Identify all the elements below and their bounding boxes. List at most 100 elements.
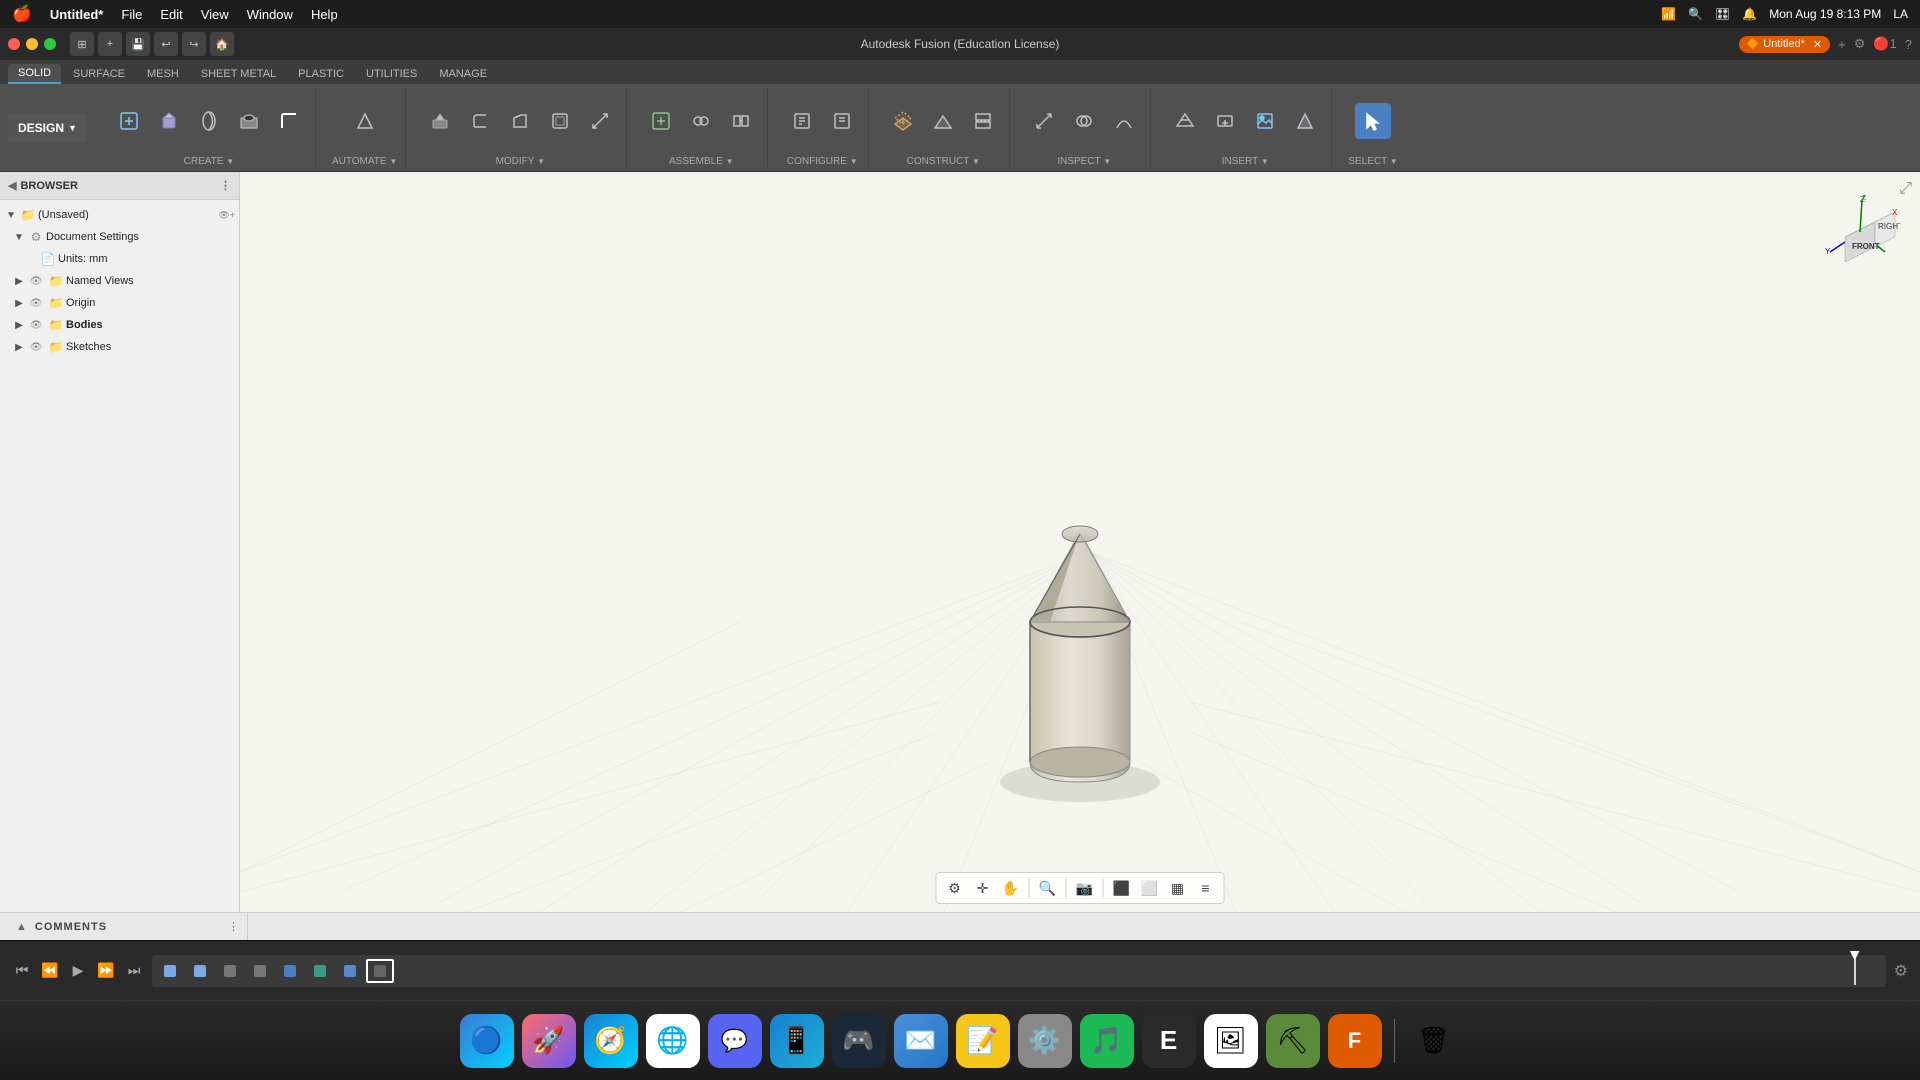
menu-help[interactable]: Help — [311, 7, 338, 22]
help-icon[interactable]: ? — [1905, 37, 1912, 52]
design-dropdown[interactable]: DESIGN ▼ — [8, 114, 87, 142]
browser-settings-icon[interactable]: ⋮ — [220, 179, 231, 192]
modify-chamfer-btn[interactable] — [502, 103, 538, 139]
dock-discord[interactable]: 💬 — [708, 1014, 762, 1068]
tree-item-units[interactable]: 📄 Units: mm — [0, 248, 239, 270]
tl-item-3[interactable] — [216, 959, 244, 983]
close-tab-icon[interactable]: ✕ — [1813, 38, 1822, 51]
configure-parameters-btn[interactable] — [784, 103, 820, 139]
document-tab[interactable]: 🔶 Untitled* ✕ — [1739, 36, 1830, 53]
collapse-browser-icon[interactable]: ◀ — [8, 179, 16, 192]
tab-solid[interactable]: SOLID — [8, 64, 61, 84]
inspect-measure-btn[interactable] — [1026, 103, 1062, 139]
tl-prev-btn[interactable]: ⏪ — [40, 962, 60, 979]
visual-style-btn[interactable]: ⬜ — [1138, 876, 1162, 900]
insert-mesh-btn[interactable] — [1167, 103, 1203, 139]
create-revolve-btn[interactable] — [191, 103, 227, 139]
tl-settings-btn[interactable]: ⚙ — [1894, 961, 1908, 981]
tree-item-doc-settings[interactable]: ▼ ⚙ Document Settings — [0, 226, 239, 248]
inspect-interference-btn[interactable] — [1066, 103, 1102, 139]
tab-surface[interactable]: SURFACE — [63, 64, 135, 84]
dock-preview[interactable]: 🖼 — [1204, 1014, 1258, 1068]
control-center-icon[interactable]: 🎛 — [1715, 7, 1730, 21]
tl-item-4[interactable] — [246, 959, 274, 983]
tl-item-6[interactable] — [306, 959, 334, 983]
redo-icon[interactable]: ↪ — [182, 32, 206, 56]
inspect-curvature-btn[interactable] — [1106, 103, 1142, 139]
save-icon[interactable]: 💾 — [126, 32, 150, 56]
notification-icon[interactable]: 🔔 — [1742, 7, 1757, 21]
tl-item-1[interactable] — [156, 959, 184, 983]
dock-epic[interactable]: E — [1142, 1014, 1196, 1068]
viewport-expand-icon[interactable]: ⤢ — [1899, 180, 1912, 198]
tree-item-named-views[interactable]: ▶ 👁 📁 Named Views — [0, 270, 239, 292]
tl-item-2[interactable] — [186, 959, 214, 983]
tree-item-root[interactable]: ▼ 📁 (Unsaved) 👁 + — [0, 204, 239, 226]
insert-decal-btn[interactable] — [1287, 103, 1323, 139]
tl-item-5[interactable] — [276, 959, 304, 983]
dock-mail[interactable]: ✉️ — [894, 1014, 948, 1068]
create-fillet-btn[interactable] — [271, 103, 307, 139]
hand-btn[interactable]: ✋ — [999, 876, 1023, 900]
select-btn[interactable] — [1355, 103, 1391, 139]
dock-fusion[interactable]: F — [1328, 1014, 1382, 1068]
collapse-comments-icon[interactable]: ▲ — [16, 921, 27, 933]
dock-chrome[interactable]: 🌐 — [646, 1014, 700, 1068]
tab-mesh[interactable]: MESH — [137, 64, 189, 84]
orbit-btn[interactable]: ⚙ — [943, 876, 967, 900]
viewport[interactable]: FRONT RIGHT X Y Z Z ⚙ ✛ ✋ 🔍 📷 ⬛ ⬜ — [240, 172, 1920, 912]
user-icon[interactable]: LA — [1893, 7, 1908, 21]
zoom-btn[interactable]: 🔍 — [1036, 876, 1060, 900]
timeline-track[interactable] — [152, 955, 1886, 987]
add-tab-icon[interactable]: + — [1838, 37, 1846, 52]
create-new-component-btn[interactable] — [111, 103, 147, 139]
tl-item-7[interactable] — [336, 959, 364, 983]
apple-menu[interactable]: 🍎 — [12, 4, 32, 24]
tl-end-btn[interactable]: ⏭ — [124, 962, 144, 979]
tl-play-btn[interactable]: ▶ — [68, 962, 88, 979]
camera-btn[interactable]: 📷 — [1073, 876, 1097, 900]
menu-view[interactable]: View — [201, 7, 229, 22]
assemble-rigid-btn[interactable] — [723, 103, 759, 139]
modify-fillet-btn[interactable] — [462, 103, 498, 139]
dock-finder[interactable]: 🔵 — [460, 1014, 514, 1068]
grid-icon[interactable]: ⊞ — [70, 32, 94, 56]
minimize-button[interactable] — [26, 38, 38, 50]
dock-safari[interactable]: 🧭 — [584, 1014, 638, 1068]
modify-press-pull-btn[interactable] — [422, 103, 458, 139]
eye-icon-root[interactable]: 👁 — [218, 210, 229, 221]
settings-icon-root[interactable]: + — [230, 210, 235, 220]
display-mode-btn[interactable]: ⬛ — [1110, 876, 1134, 900]
tab-plastic[interactable]: PLASTIC — [288, 64, 354, 84]
dock-launchpad[interactable]: 🚀 — [522, 1014, 576, 1068]
dock-system-prefs[interactable]: ⚙️ — [1018, 1014, 1072, 1068]
tab-sheet-metal[interactable]: SHEET METAL — [191, 64, 286, 84]
search-icon[interactable]: 🔍 — [1688, 7, 1703, 21]
tl-item-8[interactable] — [366, 959, 394, 983]
create-extrude-btn[interactable] — [151, 103, 187, 139]
pan-btn[interactable]: ✛ — [971, 876, 995, 900]
modify-shell-btn[interactable] — [542, 103, 578, 139]
undo-icon[interactable]: ↩ — [154, 32, 178, 56]
tl-next-btn[interactable]: ⏩ — [96, 962, 116, 979]
fullscreen-button[interactable] — [44, 38, 56, 50]
dock-notes[interactable]: 📝 — [956, 1014, 1010, 1068]
tab-utilities[interactable]: UTILITIES — [356, 64, 427, 84]
tree-item-sketches[interactable]: ▶ 👁 📁 Sketches — [0, 336, 239, 358]
close-button[interactable] — [8, 38, 20, 50]
create-hole-btn[interactable] — [231, 103, 267, 139]
dock-steam[interactable]: 🎮 — [832, 1014, 886, 1068]
assemble-new-component-btn[interactable] — [643, 103, 679, 139]
tree-item-bodies[interactable]: ▶ 👁 📁 Bodies — [0, 314, 239, 336]
new-tab-icon[interactable]: + — [98, 32, 122, 56]
modify-scale-btn[interactable] — [582, 103, 618, 139]
assemble-joint-btn[interactable] — [683, 103, 719, 139]
tl-start-btn[interactable]: ⏮ — [12, 962, 32, 979]
construct-plane-angle-btn[interactable] — [925, 103, 961, 139]
comments-settings-icon[interactable]: ⋮ — [228, 920, 239, 933]
app-name[interactable]: Untitled* — [50, 7, 103, 22]
tab-manage[interactable]: MANAGE — [429, 64, 497, 84]
tab-settings-icon[interactable]: ⚙ — [1854, 36, 1866, 52]
insert-image-btn[interactable] — [1247, 103, 1283, 139]
viewport-options-btn[interactable]: ≡ — [1194, 876, 1218, 900]
